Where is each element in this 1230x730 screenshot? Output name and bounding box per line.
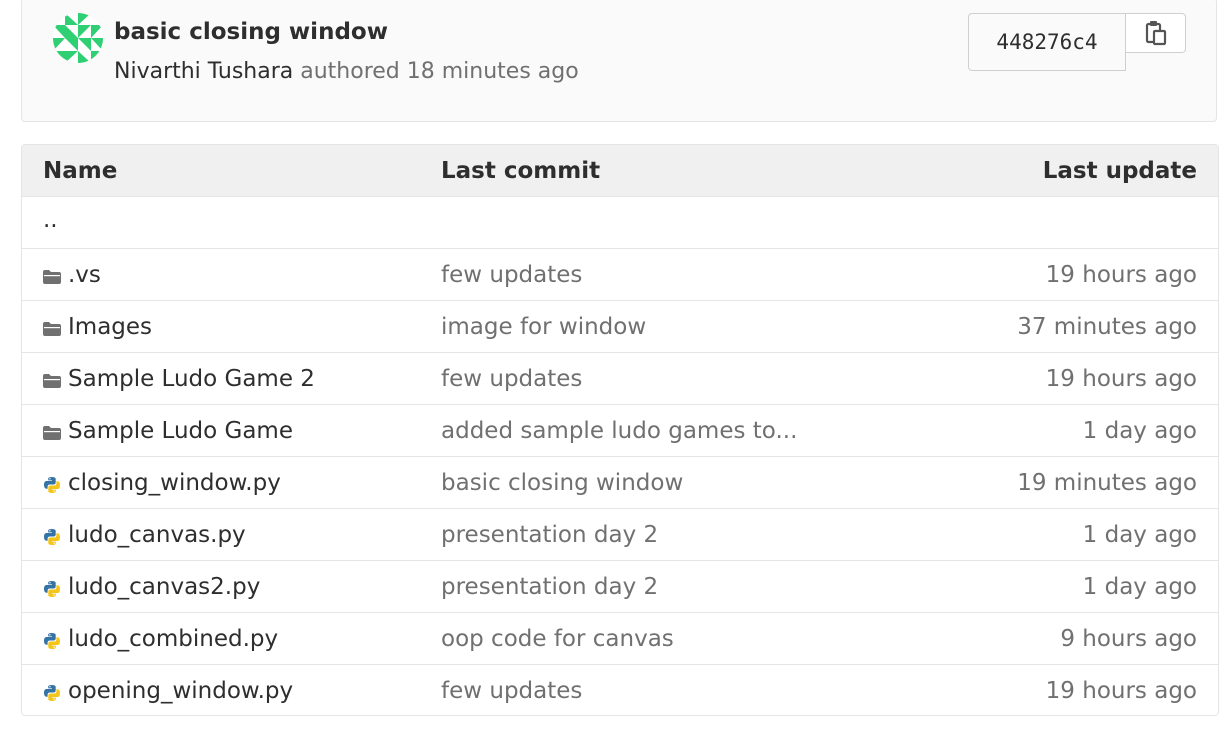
clipboard-icon [1145,21,1166,46]
folder-icon [43,268,61,286]
commit-message-link[interactable]: few updates [441,353,582,404]
last-update-time: 1 day ago [1082,417,1197,444]
copy-sha-button[interactable] [1126,13,1186,53]
author-avatar[interactable] [53,13,103,63]
last-update-time: 1 day ago [1082,521,1197,548]
table-row[interactable]: opening_window.py few updates 19 hours a… [22,665,1218,715]
file-name-link[interactable]: ludo_canvas.py [43,509,246,560]
commit-time: 18 minutes ago [406,59,579,84]
file-name: Sample Ludo Game 2 [68,365,315,392]
authored-label: authored [300,59,400,84]
commit-title[interactable]: basic closing window [114,19,388,45]
file-name-link[interactable]: .vs [43,249,101,300]
file-name-link[interactable]: Sample Ludo Game 2 [43,353,315,404]
file-name-link[interactable]: opening_window.py [43,665,294,715]
last-update-time: 1 day ago [1082,573,1197,600]
commit-message-link[interactable]: presentation day 2 [441,509,658,560]
file-name: .vs [68,261,101,288]
last-commit-column-header: Last commit [441,158,601,184]
commit-message-link[interactable]: few updates [441,249,582,300]
last-update-time: 37 minutes ago [1017,313,1197,340]
python-file-icon [43,684,61,702]
python-file-icon [43,476,61,494]
last-update-time: 19 hours ago [1045,365,1197,392]
commit-sha-group: 448276c4 [968,13,1186,71]
file-name-link[interactable]: closing_window.py [43,457,281,508]
commit-message-link[interactable]: presentation day 2 [441,561,658,612]
table-row[interactable]: ludo_combined.py oop code for canvas 9 h… [22,613,1218,665]
file-name: ludo_combined.py [68,625,279,652]
table-row[interactable]: ludo_canvas2.py presentation day 2 1 day… [22,561,1218,613]
table-header: Name Last commit Last update [22,145,1218,197]
table-row[interactable]: .vs few updates 19 hours ago [22,249,1218,301]
commit-meta: Nivarthi Tushara authored 18 minutes ago [114,59,579,84]
commit-message-link[interactable]: basic closing window [441,457,683,508]
folder-icon [43,372,61,390]
python-file-icon [43,580,61,598]
folder-icon [43,424,61,442]
python-file-icon [43,632,61,650]
table-row[interactable]: Images image for window 37 minutes ago [22,301,1218,353]
file-name: opening_window.py [68,677,294,704]
last-update-column-header: Last update [1042,158,1197,184]
file-name: closing_window.py [68,469,281,496]
commit-message-link[interactable]: image for window [441,301,646,352]
file-name-link[interactable]: ludo_canvas2.py [43,561,260,612]
last-update-time: 9 hours ago [1060,625,1197,652]
parent-directory-link[interactable]: .. [43,207,58,233]
file-tree-table: Name Last commit Last update .. .vs few … [21,144,1219,716]
file-name-link[interactable]: Sample Ludo Game [43,405,293,456]
file-name: Sample Ludo Game [68,417,293,444]
file-name-link[interactable]: ludo_combined.py [43,613,278,664]
file-name: Images [68,313,153,340]
last-update-time: 19 minutes ago [1017,469,1197,496]
file-name: ludo_canvas2.py [68,573,261,600]
folder-icon [43,320,61,338]
table-row[interactable]: ludo_canvas.py presentation day 2 1 day … [22,509,1218,561]
name-column-header: Name [43,158,118,184]
commit-author[interactable]: Nivarthi Tushara [114,59,293,84]
last-update-time: 19 hours ago [1045,261,1197,288]
table-row[interactable]: Sample Ludo Game added sample ludo games… [22,405,1218,457]
commit-message-link[interactable]: added sample ludo games to... [441,405,797,456]
table-row[interactable]: closing_window.py basic closing window 1… [22,457,1218,509]
commit-sha[interactable]: 448276c4 [968,13,1126,71]
file-name-link[interactable]: Images [43,301,152,352]
last-update-time: 19 hours ago [1045,677,1197,704]
file-name: ludo_canvas.py [68,521,246,548]
last-commit-panel: basic closing window Nivarthi Tushara au… [21,0,1217,122]
python-file-icon [43,528,61,546]
parent-directory-row[interactable]: .. [22,197,1218,249]
commit-message-link[interactable]: oop code for canvas [441,613,674,664]
commit-message-link[interactable]: few updates [441,665,582,715]
identicon-avatar-icon [53,13,103,63]
table-row[interactable]: Sample Ludo Game 2 few updates 19 hours … [22,353,1218,405]
